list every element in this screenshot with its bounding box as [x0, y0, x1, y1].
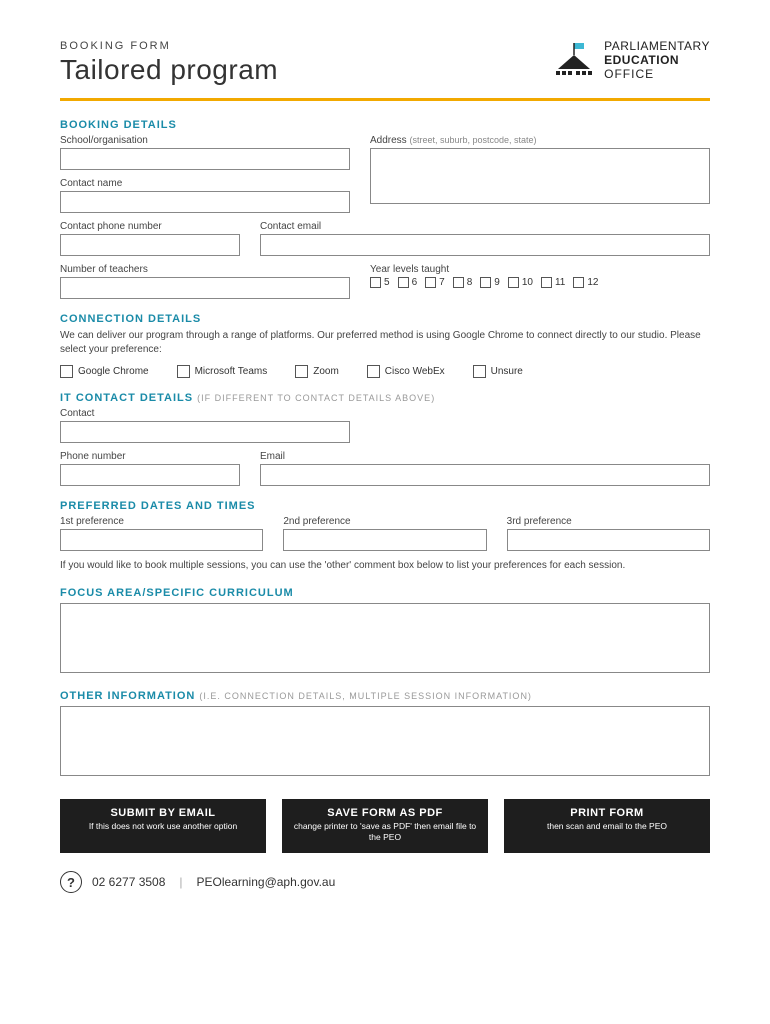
- header: BOOKING FORM Tailored program PARLIAMENT…: [60, 40, 710, 101]
- save-title: SAVE FORM AS PDF: [288, 807, 482, 819]
- contact-name-input[interactable]: [60, 191, 350, 213]
- print-title: PRINT FORM: [510, 807, 704, 819]
- connection-details-heading: CONNECTION DETAILS: [60, 313, 710, 325]
- year-6-label: 6: [412, 277, 418, 288]
- webex-label: Cisco WebEx: [385, 366, 445, 377]
- other-info-sub: (I.E. CONNECTION DETAILS, MULTIPLE SESSI…: [199, 691, 532, 701]
- teams-checkbox[interactable]: [177, 365, 190, 378]
- it-contact-sub: (IF DIFFERENT TO CONTACT DETAILS ABOVE): [197, 393, 435, 403]
- it-email-input[interactable]: [260, 464, 710, 486]
- preferred-dates-heading: PREFERRED DATES AND TIMES: [60, 500, 710, 512]
- webex-checkbox[interactable]: [367, 365, 380, 378]
- page-title: Tailored program: [60, 54, 278, 86]
- connection-description: We can deliver our program through a ran…: [60, 329, 710, 357]
- print-form-button[interactable]: PRINT FORM then scan and email to the PE…: [504, 799, 710, 853]
- it-email-label: Email: [260, 451, 710, 462]
- other-info-heading-text: OTHER INFORMATION: [60, 690, 195, 702]
- year-12-label: 12: [587, 277, 598, 288]
- footer-email: PEOlearning@aph.gov.au: [197, 875, 336, 889]
- connection-options: Google Chrome Microsoft Teams Zoom Cisco…: [60, 365, 710, 378]
- year-11-label: 11: [555, 277, 565, 288]
- chrome-label: Google Chrome: [78, 366, 149, 377]
- footer-separator: |: [179, 875, 182, 889]
- contact-email-label: Contact email: [260, 221, 710, 232]
- num-teachers-input[interactable]: [60, 277, 350, 299]
- unsure-checkbox[interactable]: [473, 365, 486, 378]
- focus-area-input[interactable]: [60, 603, 710, 673]
- school-input[interactable]: [60, 148, 350, 170]
- pref2-input[interactable]: [283, 529, 486, 551]
- chrome-checkbox[interactable]: [60, 365, 73, 378]
- year-11-checkbox[interactable]: [541, 277, 552, 288]
- it-contact-heading: IT CONTACT DETAILS (IF DIFFERENT TO CONT…: [60, 392, 710, 404]
- address-label-text: Address: [370, 135, 407, 146]
- other-info-heading: OTHER INFORMATION (I.E. CONNECTION DETAI…: [60, 690, 710, 702]
- year-10-label: 10: [522, 277, 533, 288]
- booking-details-heading: BOOKING DETAILS: [60, 119, 710, 131]
- submit-email-button[interactable]: SUBMIT BY EMAIL If this does not work us…: [60, 799, 266, 853]
- year-12-checkbox[interactable]: [573, 277, 584, 288]
- print-sub: then scan and email to the PEO: [510, 821, 704, 832]
- it-contact-label: Contact: [60, 408, 350, 419]
- num-teachers-label: Number of teachers: [60, 264, 350, 275]
- contact-name-label: Contact name: [60, 178, 350, 189]
- year-7-checkbox[interactable]: [425, 277, 436, 288]
- it-phone-label: Phone number: [60, 451, 240, 462]
- it-contact-heading-text: IT CONTACT DETAILS: [60, 392, 193, 404]
- year-levels-checkboxes: 5 6 7 8 9 10 11 12: [370, 277, 710, 288]
- year-5-label: 5: [384, 277, 390, 288]
- year-8-label: 8: [467, 277, 473, 288]
- year-5-checkbox[interactable]: [370, 277, 381, 288]
- pref1-input[interactable]: [60, 529, 263, 551]
- year-levels-label: Year levels taught: [370, 264, 710, 275]
- focus-area-heading: FOCUS AREA/SPECIFIC CURRICULUM: [60, 587, 710, 599]
- question-icon: ?: [60, 871, 82, 893]
- save-sub: change printer to 'save as PDF' then ema…: [288, 821, 482, 843]
- pref3-label: 3rd preference: [507, 516, 710, 527]
- year-9-checkbox[interactable]: [480, 277, 491, 288]
- logo-line2: EDUCATION: [604, 54, 710, 68]
- year-9-label: 9: [494, 277, 500, 288]
- zoom-label: Zoom: [313, 366, 339, 377]
- zoom-checkbox[interactable]: [295, 365, 308, 378]
- submit-sub: If this does not work use another option: [66, 821, 260, 832]
- contact-phone-input[interactable]: [60, 234, 240, 256]
- teams-label: Microsoft Teams: [195, 366, 268, 377]
- address-input[interactable]: [370, 148, 710, 204]
- logo-text: PARLIAMENTARY EDUCATION OFFICE: [604, 40, 710, 81]
- year-6-checkbox[interactable]: [398, 277, 409, 288]
- year-7-label: 7: [439, 277, 445, 288]
- other-info-input[interactable]: [60, 706, 710, 776]
- school-label: School/organisation: [60, 135, 350, 146]
- preferred-dates-note: If you would like to book multiple sessi…: [60, 559, 710, 573]
- contact-phone-label: Contact phone number: [60, 221, 240, 232]
- year-10-checkbox[interactable]: [508, 277, 519, 288]
- header-titles: BOOKING FORM Tailored program: [60, 40, 278, 86]
- logo-line3: OFFICE: [604, 68, 710, 82]
- pref3-input[interactable]: [507, 529, 710, 551]
- it-phone-input[interactable]: [60, 464, 240, 486]
- parliament-house-icon: [552, 41, 596, 81]
- logo-line1: PARLIAMENTARY: [604, 40, 710, 54]
- address-label: Address (street, suburb, postcode, state…: [370, 135, 710, 146]
- year-8-checkbox[interactable]: [453, 277, 464, 288]
- action-buttons: SUBMIT BY EMAIL If this does not work us…: [60, 799, 710, 853]
- address-hint: (street, suburb, postcode, state): [409, 135, 536, 145]
- unsure-label: Unsure: [491, 366, 523, 377]
- pref1-label: 1st preference: [60, 516, 263, 527]
- submit-title: SUBMIT BY EMAIL: [66, 807, 260, 819]
- pref2-label: 2nd preference: [283, 516, 486, 527]
- contact-email-input[interactable]: [260, 234, 710, 256]
- form-type-label: BOOKING FORM: [60, 40, 278, 52]
- footer-contact: ? 02 6277 3508 | PEOlearning@aph.gov.au: [60, 871, 710, 893]
- it-contact-input[interactable]: [60, 421, 350, 443]
- peo-logo: PARLIAMENTARY EDUCATION OFFICE: [552, 40, 710, 81]
- save-pdf-button[interactable]: SAVE FORM AS PDF change printer to 'save…: [282, 799, 488, 853]
- footer-phone: 02 6277 3508: [92, 875, 165, 889]
